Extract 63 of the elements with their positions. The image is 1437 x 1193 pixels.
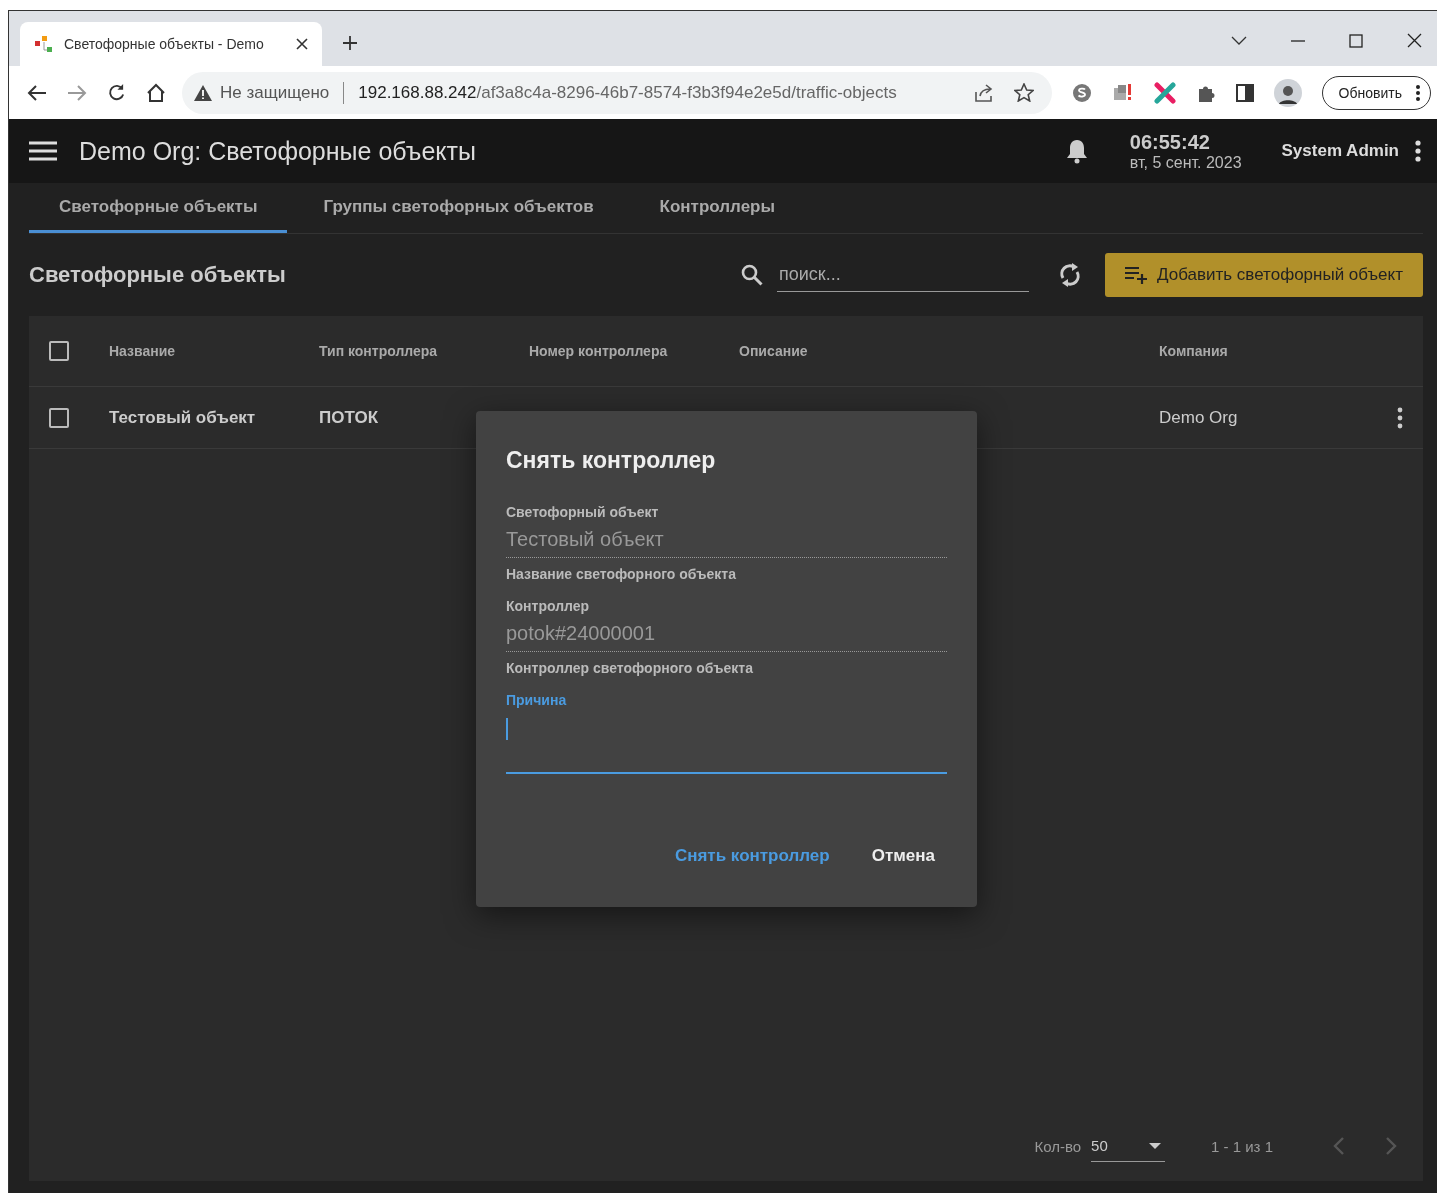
column-header[interactable]: Тип контроллера bbox=[319, 343, 529, 359]
more-icon[interactable] bbox=[1415, 140, 1421, 162]
dropdown-icon bbox=[1149, 1142, 1162, 1149]
tab-title: Светофорные объекты - Demo bbox=[64, 36, 265, 52]
new-tab-icon[interactable] bbox=[342, 34, 358, 51]
close-icon[interactable] bbox=[1407, 33, 1422, 48]
column-header[interactable]: Номер контроллера bbox=[529, 343, 739, 359]
url-text: 192.168.88.242/af3a8c4a-8296-46b7-8574-f3b3f94e2e5d/traffic-objects bbox=[358, 82, 897, 103]
field-hint: Название светофорного объекта bbox=[506, 566, 737, 582]
sync-icon[interactable] bbox=[1059, 262, 1081, 288]
letter-s-circle-icon[interactable] bbox=[1071, 82, 1092, 103]
menu-icon[interactable] bbox=[29, 141, 57, 161]
column-header[interactable]: Название bbox=[109, 343, 319, 359]
checkbox[interactable] bbox=[49, 407, 69, 428]
page-range: 1 - 1 из 1 bbox=[1211, 1137, 1273, 1155]
maximize-icon[interactable] bbox=[1349, 33, 1363, 48]
section-title: Светофорные объекты bbox=[29, 262, 286, 288]
tab[interactable]: Контроллеры bbox=[629, 183, 806, 233]
column-header[interactable]: Описание bbox=[739, 343, 1159, 359]
share-icon[interactable] bbox=[973, 83, 994, 102]
dialog-button[interactable]: Отмена bbox=[859, 838, 947, 874]
field-hint: Контроллер светофорного объекта bbox=[506, 660, 754, 676]
reload-icon[interactable] bbox=[107, 83, 126, 102]
tab[interactable]: Светофорные объекты bbox=[29, 183, 288, 233]
warning-icon bbox=[194, 84, 212, 101]
table-cell-text: ПОТОК bbox=[319, 407, 379, 428]
bell-icon[interactable] bbox=[1065, 138, 1088, 164]
user-name[interactable]: System Admin bbox=[1281, 141, 1399, 161]
page-title: Demo Org: Светофорные объекты bbox=[79, 136, 476, 166]
back-icon[interactable] bbox=[27, 83, 47, 102]
dialog-title: Снять контроллер bbox=[506, 447, 717, 474]
close-icon[interactable] bbox=[296, 38, 308, 50]
clock-time: 06:55:42 bbox=[1129, 130, 1211, 154]
tab[interactable]: Группы светофорных объектов bbox=[293, 183, 624, 233]
checkbox[interactable] bbox=[49, 341, 69, 361]
sidebar-icon[interactable] bbox=[1235, 83, 1254, 102]
update-button[interactable]: Обновить bbox=[1321, 75, 1431, 110]
playlist-add-icon bbox=[1125, 266, 1149, 284]
add-button[interactable]: Добавить светофорный объект bbox=[1105, 253, 1423, 297]
chevron-down-icon[interactable] bbox=[1231, 35, 1247, 46]
table-cell-text: Demo Org bbox=[1159, 407, 1239, 428]
table-cell-text: Тестовый объект bbox=[109, 407, 257, 428]
security-label: Не защищено bbox=[220, 82, 330, 103]
search-field[interactable]: поиск... bbox=[777, 258, 1029, 292]
more-icon[interactable] bbox=[1416, 84, 1420, 101]
minimize-icon[interactable] bbox=[1291, 39, 1305, 42]
page-size-label: Кол-во bbox=[1034, 1137, 1082, 1155]
clock-date: вт, 5 сент. 2023 bbox=[1129, 153, 1242, 172]
readonly-field: Светофорный объект Тестовый объект bbox=[506, 504, 947, 558]
extension-alert-icon[interactable] bbox=[1111, 82, 1134, 103]
avatar-icon[interactable] bbox=[1273, 78, 1302, 107]
readonly-field: Контроллер potok#24000001 bbox=[506, 598, 947, 652]
home-icon[interactable] bbox=[146, 82, 166, 103]
cross-logo-icon[interactable] bbox=[1153, 81, 1176, 104]
search-icon bbox=[741, 264, 763, 286]
more-icon[interactable] bbox=[1397, 406, 1403, 429]
colored-squares-icon bbox=[34, 35, 54, 53]
page-size-select[interactable]: 50 bbox=[1091, 1130, 1166, 1162]
address-bar[interactable]: Не защищено 192.168.88.242/af3a8c4a-8296-46b7-8574-f3b3f94e2e5d/traffic-objects bbox=[182, 71, 1052, 114]
column-header[interactable]: Компания bbox=[1159, 343, 1403, 359]
star-icon[interactable] bbox=[1013, 83, 1034, 102]
forward-icon[interactable] bbox=[67, 83, 87, 102]
browser-tab[interactable]: Светофорные объекты - Demo bbox=[20, 22, 322, 66]
